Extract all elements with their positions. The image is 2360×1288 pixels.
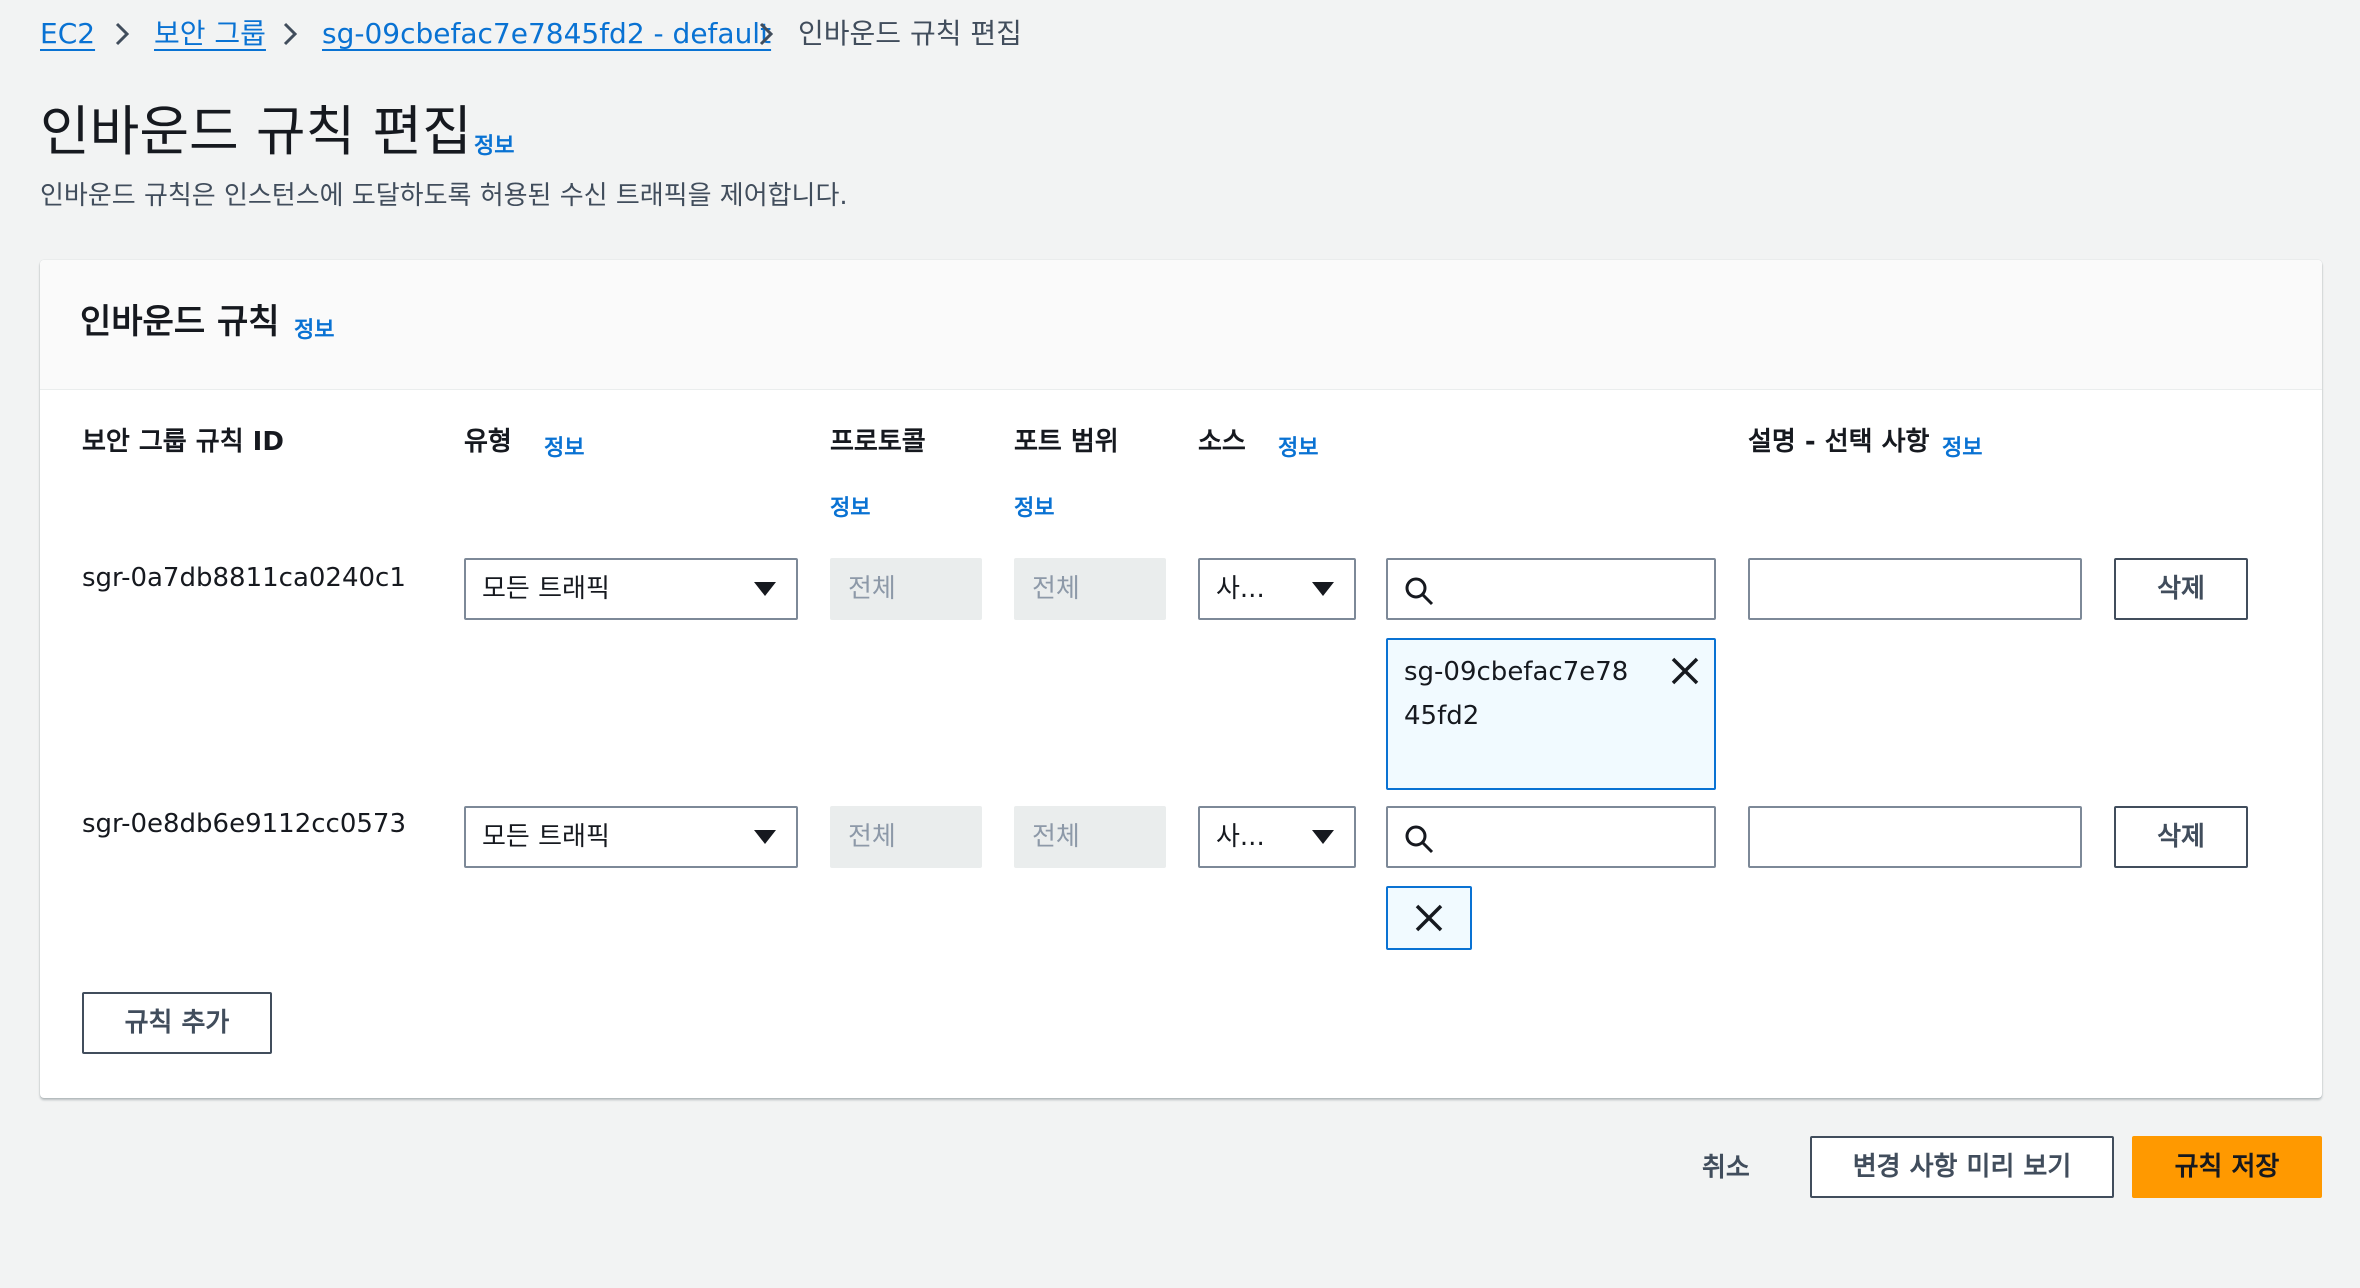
port-range-field: 전체 <box>1014 558 1166 620</box>
source-info-link[interactable]: 정보 <box>1278 430 1318 462</box>
source-search-input[interactable] <box>1386 806 1716 868</box>
rule-id: sgr-0e8db6e9112cc0573 <box>82 809 407 839</box>
panel-title: 인바운드 규칙 <box>80 302 280 342</box>
caret-down-icon <box>754 582 776 596</box>
description-input[interactable] <box>1748 558 2082 620</box>
page-description: 인바운드 규칙은 인스턴스에 도달하도록 허용된 수신 트래픽을 제어합니다. <box>40 181 848 211</box>
search-icon <box>1405 577 1434 606</box>
breadcrumb-current: 인바운드 규칙 편집 <box>798 17 1022 50</box>
breadcrumb-ec2[interactable]: EC2 <box>40 14 95 54</box>
source-type-select[interactable]: 사... <box>1198 806 1356 868</box>
panel-header: 인바운드 규칙 정보 <box>40 260 2322 390</box>
column-header-protocol: 프로토콜 <box>830 427 926 457</box>
protocol-field: 전체 <box>830 558 982 620</box>
preview-changes-button[interactable]: 변경 사항 미리 보기 <box>1810 1136 2114 1198</box>
delete-rule-button[interactable]: 삭제 <box>2114 806 2248 868</box>
source-token: sg-09cbefac7e7845fd2 <box>1386 638 1716 790</box>
page-title: 인바운드 규칙 편집 <box>40 98 472 166</box>
source-type-value: 사... <box>1216 822 1265 852</box>
caret-down-icon <box>754 830 776 844</box>
type-info-link[interactable]: 정보 <box>544 430 584 462</box>
delete-rule-button[interactable]: 삭제 <box>2114 558 2248 620</box>
source-search-input[interactable] <box>1386 558 1716 620</box>
source-type-value: 사... <box>1216 574 1265 604</box>
chevron-right-icon <box>759 22 774 46</box>
description-info-link[interactable]: 정보 <box>1942 430 1982 462</box>
type-select-value: 모든 트래픽 <box>482 574 610 604</box>
save-rules-button[interactable]: 규칙 저장 <box>2132 1136 2322 1198</box>
description-input[interactable] <box>1748 806 2082 868</box>
port-range-field: 전체 <box>1014 806 1166 868</box>
add-rule-button[interactable]: 규칙 추가 <box>82 992 272 1054</box>
cancel-button[interactable]: 취소 <box>1702 1148 1750 1188</box>
protocol-field: 전체 <box>830 806 982 868</box>
rule-id: sgr-0a7db8811ca0240c1 <box>82 563 406 593</box>
column-header-description: 설명 - 선택 사항 <box>1748 427 1930 457</box>
protocol-info-link[interactable]: 정보 <box>830 490 870 522</box>
column-header-rule-id: 보안 그룹 규칙 ID <box>82 427 284 457</box>
type-select[interactable]: 모든 트래픽 <box>464 806 798 868</box>
breadcrumb-security-group[interactable]: sg-09cbefac7e7845fd2 - default <box>322 14 771 54</box>
breadcrumb-security-groups[interactable]: 보안 그룹 <box>154 14 266 54</box>
port-range-info-link[interactable]: 정보 <box>1014 490 1054 522</box>
source-token-text: sg-09cbefac7e7845fd2 <box>1404 657 1629 731</box>
source-token-empty <box>1386 886 1472 950</box>
close-icon[interactable] <box>1412 901 1446 935</box>
caret-down-icon <box>1312 830 1334 844</box>
chevron-right-icon <box>115 22 130 46</box>
caret-down-icon <box>1312 582 1334 596</box>
close-icon[interactable] <box>1668 654 1702 688</box>
search-icon <box>1405 825 1434 854</box>
type-select-value: 모든 트래픽 <box>482 822 610 852</box>
column-header-port-range: 포트 범위 <box>1014 427 1119 457</box>
page-info-link[interactable]: 정보 <box>474 128 514 160</box>
panel-info-link[interactable]: 정보 <box>294 312 334 344</box>
source-type-select[interactable]: 사... <box>1198 558 1356 620</box>
page-title-text: 인바운드 규칙 편집 <box>40 100 472 163</box>
inbound-rules-panel: 인바운드 규칙 정보 보안 그룹 규칙 ID 유형 정보 프로토콜 정보 포트 … <box>40 260 2322 1098</box>
type-select[interactable]: 모든 트래픽 <box>464 558 798 620</box>
column-header-type: 유형 <box>464 427 512 457</box>
chevron-right-icon <box>283 22 298 46</box>
column-header-source: 소스 <box>1198 427 1246 457</box>
